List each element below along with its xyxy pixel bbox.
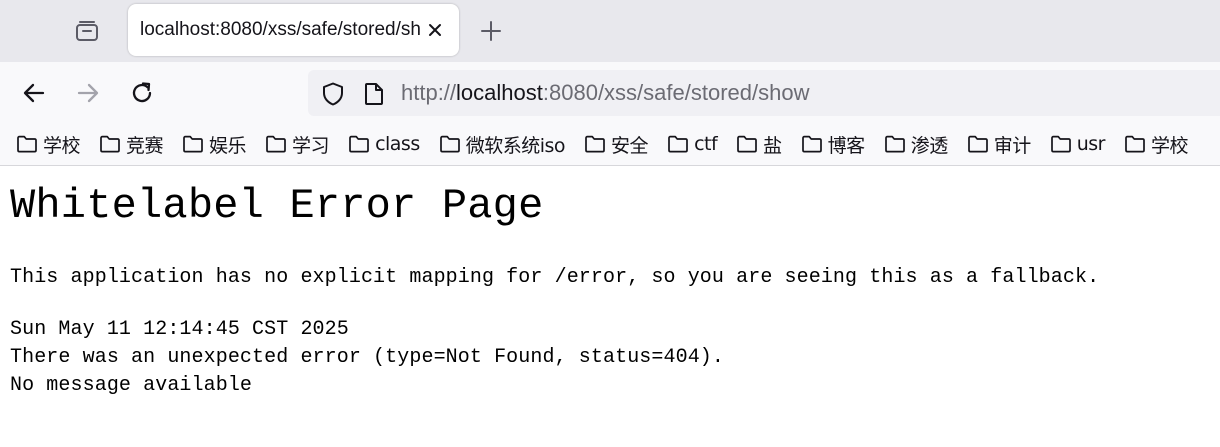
folder-icon <box>100 135 120 153</box>
bookmark-folder[interactable]: 微软系统iso <box>439 131 566 157</box>
url-path: :8080/xss/safe/stored/show <box>542 80 810 105</box>
bookmark-label: 审计 <box>993 134 1032 157</box>
folder-icon <box>1125 135 1145 153</box>
bookmark-label: usr <box>1076 133 1106 155</box>
bookmark-folder[interactable]: 竞赛 <box>99 131 164 157</box>
bookmark-folder[interactable]: usr <box>1050 131 1105 157</box>
plus-icon[interactable] <box>474 14 508 48</box>
bookmarks-bar: 学校 竞赛 娱乐 学习 class 微软系统iso 安全 ctf 盐 博客 渗透 审计 usr 学校 <box>0 124 1220 166</box>
bookmark-label: class <box>375 133 420 155</box>
folder-icon <box>349 135 369 153</box>
page-info-icon[interactable] <box>362 81 386 107</box>
bookmark-folder[interactable]: 安全 <box>584 131 649 157</box>
bookmark-folder[interactable]: 渗透 <box>884 131 948 157</box>
bookmark-folder[interactable]: 博客 <box>801 131 865 157</box>
bookmark-label: 盐 <box>763 134 782 157</box>
folder-icon <box>801 135 822 153</box>
url-host: localhost <box>456 80 543 105</box>
arrow-left-icon[interactable] <box>15 74 53 112</box>
folder-icon <box>183 135 203 153</box>
bookmark-folder[interactable]: ctf <box>667 131 718 157</box>
page-title: Whitelabel Error Page <box>10 182 544 230</box>
bookmark-folder[interactable]: class <box>348 131 420 157</box>
nav-bar: http://localhost:8080/xss/safe/stored/sh… <box>0 62 1220 124</box>
folder-icon <box>967 135 988 153</box>
folder-icon <box>884 135 905 153</box>
folder-icon <box>668 135 688 153</box>
bookmark-label: ctf <box>694 133 718 155</box>
page-content: Whitelabel Error Page This application h… <box>10 166 1210 447</box>
bookmark-folder[interactable]: 审计 <box>967 131 1031 157</box>
bookmark-folder[interactable]: 盐 <box>736 131 782 157</box>
arrow-right-icon[interactable] <box>69 74 107 112</box>
tab-title: localhost:8080/xss/safe/stored/sh <box>140 19 421 40</box>
folder-icon <box>17 135 37 153</box>
error-description: There was an unexpected error (type=Not … <box>10 346 725 369</box>
bookmark-label: 学校 <box>43 134 81 157</box>
shield-icon[interactable] <box>320 81 346 107</box>
folder-icon <box>266 135 286 153</box>
folder-icon <box>439 135 460 153</box>
error-timestamp: Sun May 11 12:14:45 CST 2025 <box>10 318 349 341</box>
bookmark-label: 博客 <box>827 134 866 157</box>
bookmark-label: 学习 <box>292 134 330 157</box>
url-scheme: http:// <box>401 80 457 105</box>
bookmark-label: 渗透 <box>910 134 949 157</box>
error-explanation: This application has no explicit mapping… <box>10 266 1100 289</box>
bookmark-folder[interactable]: 娱乐 <box>182 131 247 157</box>
folder-icon <box>737 135 758 153</box>
bookmarks-list: 学校 竞赛 娱乐 学习 class 微软系统iso 安全 ctf 盐 博客 渗透 审计 usr 学校 <box>16 131 1207 157</box>
url-text[interactable]: http://localhost:8080/xss/safe/stored/sh… <box>401 80 809 106</box>
bookmark-label: 安全 <box>611 134 649 157</box>
bookmark-folder[interactable]: 学校 <box>16 131 81 157</box>
url-bar[interactable]: http://localhost:8080/xss/safe/stored/sh… <box>308 70 1220 116</box>
bookmark-folder[interactable]: 学习 <box>265 131 330 157</box>
bookmark-label: 学校 <box>1150 134 1189 157</box>
bookmark-label: 竞赛 <box>126 134 164 157</box>
reload-icon[interactable] <box>123 74 161 112</box>
browser-tab[interactable]: localhost:8080/xss/safe/stored/sh <box>128 4 459 56</box>
bookmark-label: 娱乐 <box>209 134 247 157</box>
folder-icon <box>585 135 605 153</box>
tab-manager-icon[interactable] <box>66 10 108 52</box>
error-message: No message available <box>10 374 253 397</box>
close-icon[interactable] <box>425 20 445 40</box>
tab-strip: localhost:8080/xss/safe/stored/sh <box>0 0 1220 62</box>
bookmark-label: 微软系统iso <box>465 134 566 157</box>
bookmark-folder[interactable]: 学校 <box>1124 131 1189 157</box>
folder-icon <box>1050 135 1071 153</box>
